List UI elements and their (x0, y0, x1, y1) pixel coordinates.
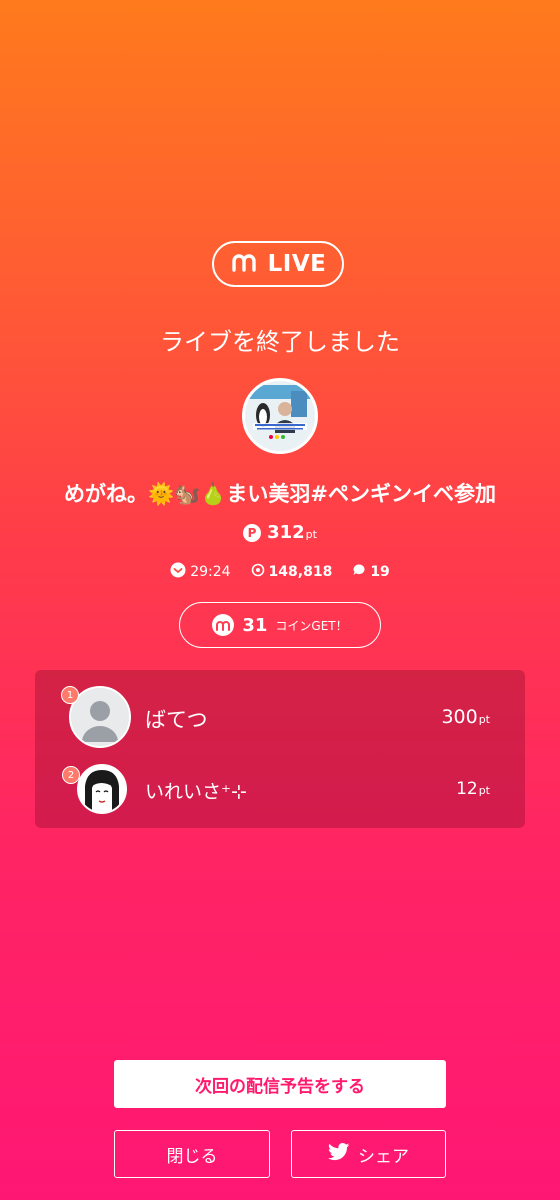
user-name: いれいさ⁺⊹ (145, 781, 247, 803)
points-summary: P 312pt (0, 522, 560, 543)
points-value: 312pt (267, 522, 317, 543)
schedule-next-broadcast-button[interactable]: 次回の配信予告をする (114, 1060, 446, 1108)
supporter-ranking: 1 ばてつ 300pt 2 いれいさ⁺⊹ 12pt (35, 670, 525, 828)
mirrativ-live-logo: LIVE (212, 241, 344, 287)
broadcaster-avatar[interactable] (242, 378, 318, 454)
user-score: 12pt (456, 779, 490, 799)
close-label: 閉じる (166, 1146, 218, 1167)
points-icon: P (243, 523, 262, 542)
comments-value: 19 (370, 564, 390, 580)
live-ended-text: ライブを終了しました (160, 328, 400, 356)
viewers-value: 148,818 (268, 564, 333, 580)
coins-label: コインGET！ (275, 618, 348, 633)
close-button[interactable]: 閉じる (114, 1130, 270, 1178)
comments-stat: 19 (352, 563, 390, 581)
coin-icon (212, 614, 235, 636)
rank-badge: 1 (61, 686, 79, 704)
stats-row: 29:24 148,818 19 (0, 562, 560, 582)
ranking-row[interactable]: 1 ばてつ 300pt (35, 684, 525, 748)
rank-badge: 2 (62, 766, 80, 784)
coins-value: 31 (242, 614, 268, 636)
user-score: 300pt (441, 706, 490, 728)
duration-stat: 29:24 (170, 562, 231, 582)
share-label: シェア (358, 1146, 409, 1167)
coins-earned-pill: 31 コインGET！ (179, 602, 381, 648)
m-logo-icon (230, 250, 262, 278)
viewers-stat: 148,818 (251, 563, 333, 581)
user-avatar[interactable] (77, 764, 127, 814)
twitter-icon (327, 1142, 350, 1166)
logo-text: LIVE (267, 251, 327, 277)
share-button[interactable]: シェア (291, 1130, 446, 1178)
clock-icon (170, 562, 186, 582)
ranking-row[interactable]: 2 いれいさ⁺⊹ 12pt (35, 762, 525, 816)
broadcast-title: めがね。🌞🐿️🍐まい美羽#ペンギンイベ参加 (63, 482, 497, 506)
duration-value: 29:24 (190, 564, 231, 580)
user-name: ばてつ (145, 708, 208, 732)
comment-icon (352, 563, 366, 581)
viewers-icon (251, 563, 265, 581)
